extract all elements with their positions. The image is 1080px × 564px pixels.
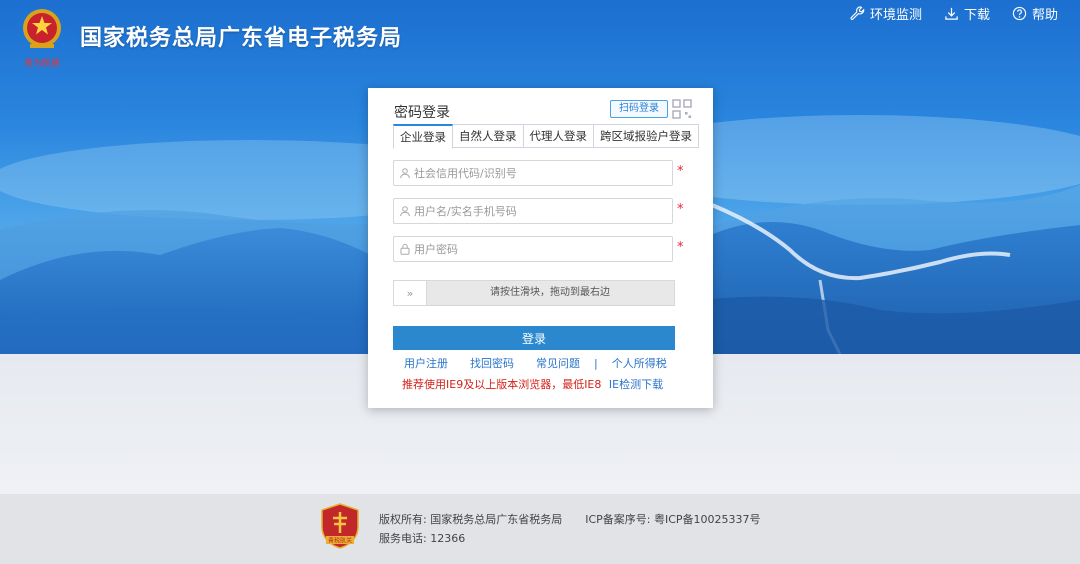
browser-notice: 推荐使用IE9及以上版本浏览器，最低IE8 IE检测下载 [402,376,663,392]
slider-captcha: » 请按住滑块，拖动到最右边 [393,280,675,306]
lock-icon [400,243,410,255]
site-title: 国家税务总局广东省电子税务局 [80,26,403,51]
credit-code-field-wrapper [393,160,673,186]
phone-label: 服务电话: [379,532,427,545]
nav-environment-check[interactable]: 环境监测 [850,4,922,23]
tax-emblem-icon: 青为民族 [23,9,61,69]
login-title: 密码登录 [394,105,450,121]
nav-help-label: 帮助 [1031,8,1058,23]
top-navigation: 环境监测 下载 帮助 [850,4,1058,23]
user-icon [400,168,410,179]
icp-label: ICP备案序号: [585,513,651,526]
nav-help[interactable]: 帮助 [1012,4,1058,23]
username-input[interactable] [414,204,672,218]
login-button[interactable]: 登录 [393,326,675,350]
credit-code-input[interactable] [414,166,672,180]
recover-password-link[interactable]: 找回密码 [470,355,514,371]
wrench-icon [850,6,865,20]
browser-warning: 推荐使用IE9及以上版本浏览器，最低IE8 [402,378,602,391]
download-icon [945,7,958,20]
copyright-label: 版权所有: [379,513,427,526]
qr-login-button[interactable]: 扫码登录 [610,100,668,118]
help-icon [1012,6,1027,21]
emblem-caption: 青为民族 [24,57,60,69]
link-separator: | [594,356,598,370]
personal-income-tax-link[interactable]: 个人所得税 [612,355,667,371]
required-mark: * [677,202,684,217]
phone-value: 12366 [430,532,466,545]
tab-individual-login[interactable]: 自然人登录 [453,124,524,148]
tab-cross-region-login[interactable]: 跨区域报验户登录 [594,124,699,148]
help-links: 用户注册 找回密码 常见问题 | 个人所得税 [404,355,667,371]
icp-value: 粤ICP备10025337号 [653,513,761,526]
qr-code-icon[interactable] [671,98,693,120]
required-mark: * [677,240,684,255]
password-field-wrapper [393,236,673,262]
tab-enterprise-login[interactable]: 企业登录 [393,124,453,149]
ie-check-download-link[interactable]: IE检测下载 [609,378,663,391]
footer-shield-logo-icon: 青税航关 [321,503,359,549]
nav-environment-check-label: 环境监测 [869,8,922,23]
footer-logo-caption: 青税航关 [328,537,352,545]
slider-hint: 请按住滑块，拖动到最右边 [490,287,610,298]
faq-link[interactable]: 常见问题 [536,355,580,371]
tab-agent-login[interactable]: 代理人登录 [523,124,594,148]
required-mark: * [677,164,684,179]
login-card: 密码登录 扫码登录 企业登录 自然人登录 代理人登录 跨区域报验户登录 * * … [368,88,713,408]
login-type-tabs: 企业登录 自然人登录 代理人登录 跨区域报验户登录 [393,124,699,149]
password-input[interactable] [414,242,672,256]
register-link[interactable]: 用户注册 [404,355,448,371]
user-icon [400,206,410,217]
footer-info: 版权所有: 国家税务总局广东省税务局 ICP备案序号: 粤ICP备1002533… [379,510,761,548]
nav-download[interactable]: 下载 [944,4,990,23]
slider-handle[interactable]: » [394,281,427,305]
copyright-value: 国家税务总局广东省税务局 [430,513,563,526]
username-field-wrapper [393,198,673,224]
nav-download-label: 下载 [963,8,990,23]
